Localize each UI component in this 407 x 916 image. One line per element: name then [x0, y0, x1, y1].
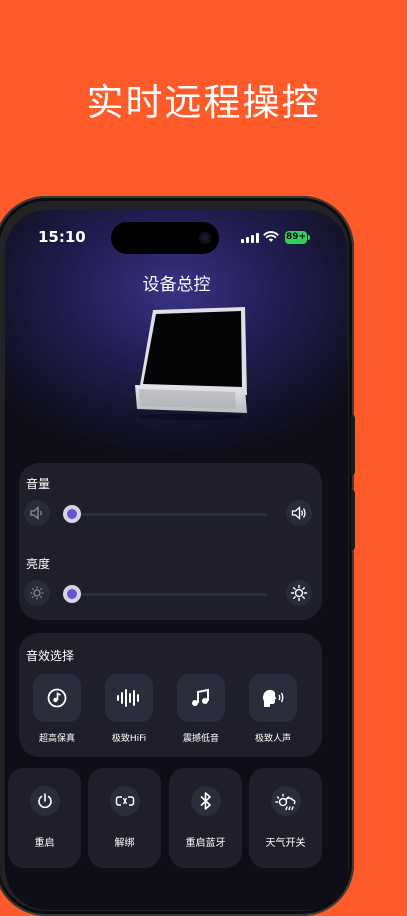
smart-speaker-image	[135, 307, 247, 420]
brightness-label: 亮度	[26, 557, 51, 571]
cellular-signal-icon	[241, 233, 259, 243]
unlink-icon	[115, 796, 135, 806]
volume-slider-thumb[interactable]	[63, 505, 81, 523]
restart-label: 重启	[34, 838, 55, 849]
waveform-icon	[117, 689, 139, 707]
music-disc-icon	[47, 688, 67, 708]
effect-option[interactable]: 极致HiFi	[97, 674, 161, 744]
effect-option-label: 极致HiFi	[111, 734, 147, 744]
speaker-high-icon[interactable]	[286, 500, 312, 526]
effect-option[interactable]: 震撼低音	[169, 674, 233, 744]
effect-option-label: 超高保真	[38, 734, 75, 744]
phone-side-button	[351, 415, 355, 475]
weather-toggle-button[interactable]: 天气开关	[249, 768, 322, 868]
effect-option[interactable]: 极致人声	[241, 674, 305, 744]
phone-side-button	[351, 490, 355, 550]
wifi-icon	[263, 231, 279, 242]
restart-bluetooth-button[interactable]: 重启蓝牙	[169, 768, 242, 868]
volume-label: 音量	[26, 477, 51, 491]
screen-title: 设备总控	[142, 275, 211, 295]
sun-bright-icon[interactable]	[286, 580, 312, 606]
battery-indicator: 89+	[285, 231, 310, 244]
power-icon	[38, 793, 52, 809]
weather-icon	[275, 793, 296, 811]
camera-icon	[199, 232, 211, 244]
bluetooth-icon	[200, 792, 211, 810]
unbind-button[interactable]: 解绑	[88, 768, 161, 868]
restart-button[interactable]: 重启	[8, 768, 81, 868]
brightness-slider-track[interactable]	[69, 593, 267, 596]
effect-option[interactable]: 超高保真	[25, 674, 89, 744]
effect-option-label: 极致人声	[254, 734, 291, 744]
speaker-low-icon[interactable]	[24, 500, 50, 526]
sound-effect-card: 音效选择 超高保真 极致HiFi 震撼低音 极致人声	[19, 633, 322, 757]
status-time: 15:10	[38, 228, 86, 246]
volume-brightness-card: 音量 亮度	[19, 463, 322, 620]
dynamic-island	[111, 222, 219, 254]
status-bar: 15:10 89+	[5, 210, 348, 260]
brightness-slider-thumb[interactable]	[63, 585, 81, 603]
volume-slider-track[interactable]	[69, 513, 267, 516]
sun-dim-icon[interactable]	[24, 580, 50, 606]
effect-option-label: 震撼低音	[182, 734, 219, 744]
sound-effect-label: 音效选择	[26, 649, 75, 663]
headline: 实时远程操控	[86, 81, 321, 124]
weather-toggle-label: 天气开关	[265, 838, 306, 849]
phone-screen: 15:10 89+ 设备总控 音量 亮度 音效选择 超高保真 极致HiFi 震撼…	[5, 210, 348, 910]
restart-bluetooth-label: 重启蓝牙	[185, 838, 226, 849]
voice-head-icon	[263, 689, 284, 707]
unbind-label: 解绑	[114, 838, 135, 849]
music-note-icon	[192, 688, 209, 706]
